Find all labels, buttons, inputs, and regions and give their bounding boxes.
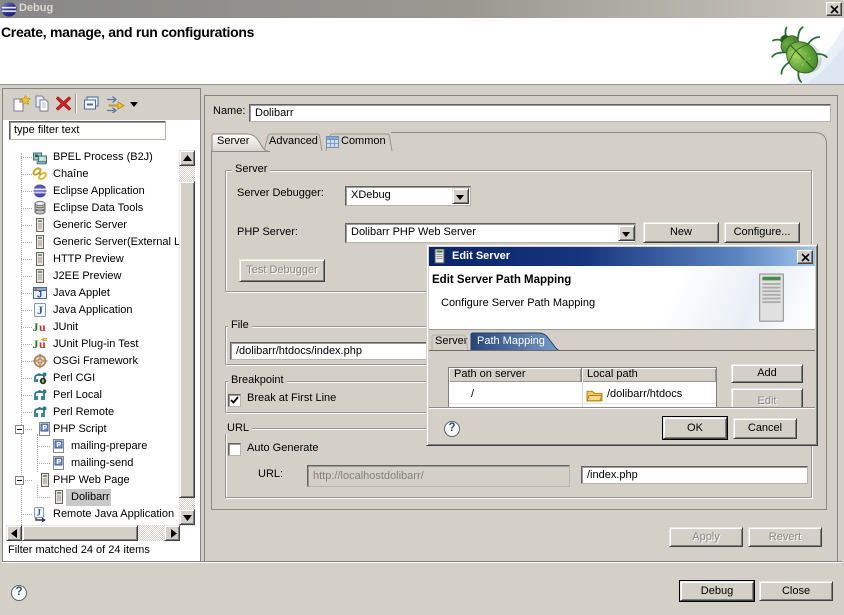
svg-text:P: P bbox=[57, 459, 62, 466]
svg-text:P: P bbox=[57, 442, 62, 449]
svg-text:J: J bbox=[33, 337, 39, 351]
svg-text:J: J bbox=[37, 303, 43, 317]
svg-text:J: J bbox=[37, 508, 42, 518]
svg-text:P: P bbox=[43, 425, 48, 432]
svg-text:J: J bbox=[37, 290, 42, 300]
svg-text:J: J bbox=[33, 320, 39, 334]
svg-text:u: u bbox=[39, 320, 46, 334]
